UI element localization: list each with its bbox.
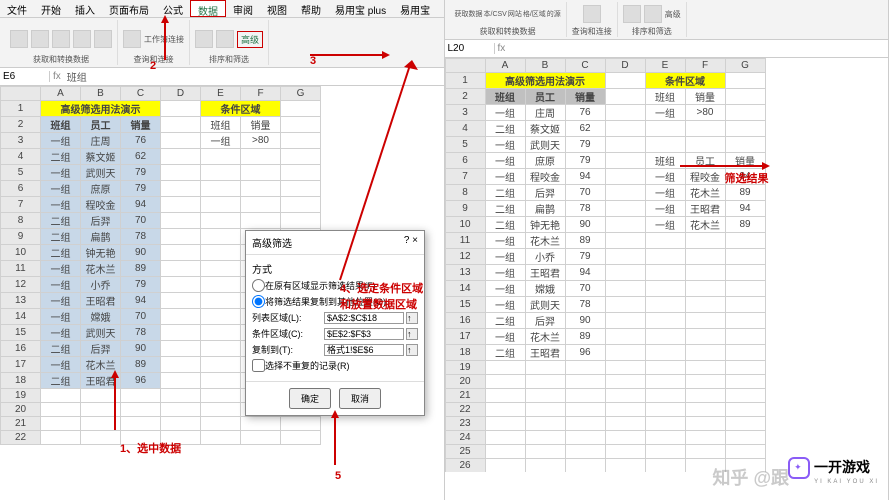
group-sortfilter: 排序和筛选 — [209, 54, 249, 65]
cond-label: 条件区域(C): — [252, 327, 324, 340]
ribbon-left: 获取和转换数据 工作簿连接查询和连接 高级排序和筛选 — [0, 18, 444, 68]
ok-button[interactable]: 确定 — [289, 388, 331, 409]
tab-view[interactable]: 视图 — [260, 0, 294, 17]
mode2-label: 将筛选结果复制到其他位置(O) — [265, 295, 418, 308]
dialog-title: 高级筛选 — [252, 235, 292, 250]
group-sortfilter-r: 排序和筛选 — [632, 26, 672, 37]
table-icon[interactable] — [73, 30, 91, 48]
ribbon-right: 获取数据本/CSV网站格/区域的源获取和转换数据 查询和连接 高级排序和筛选 — [445, 0, 889, 40]
range-picker-icon[interactable]: ↑ — [406, 312, 418, 324]
group-query: 查询和连接 — [134, 54, 174, 65]
refresh-icon[interactable] — [123, 30, 141, 48]
tab-bar: 文件 开始 插入 页面布局 公式 数据 审阅 视图 帮助 易用宝 plus 易用… — [0, 0, 444, 18]
sort-icon[interactable] — [623, 5, 641, 23]
group-getdata-r: 获取和转换数据 — [480, 26, 536, 37]
tab-data[interactable]: 数据 — [190, 0, 226, 17]
tab-eyb-plus[interactable]: 易用宝 plus — [328, 0, 393, 17]
mode-inplace-radio[interactable] — [252, 279, 265, 292]
copy-range-input[interactable] — [324, 344, 404, 356]
list-label: 列表区域(L): — [252, 311, 324, 324]
tab-file[interactable]: 文件 — [0, 0, 34, 17]
logo-sub: YI KAI YOU XI — [814, 479, 879, 485]
filter-icon[interactable] — [216, 30, 234, 48]
adv-r[interactable]: 高级 — [665, 9, 681, 20]
help-icon[interactable]: ? — [404, 235, 410, 246]
mode1-label: 在原有区域显示筛选结果(F) — [265, 279, 418, 292]
filter-icon[interactable] — [644, 5, 662, 23]
tab-review[interactable]: 审阅 — [226, 0, 260, 17]
formula-bar-left[interactable]: 班组 — [64, 69, 444, 84]
mode-copy-radio[interactable] — [252, 295, 265, 308]
logo: ✦ 一开游戏 YI KAI YOU XI — [788, 457, 879, 485]
range-picker-icon[interactable]: ↑ — [406, 328, 418, 340]
group-query-r: 查询和连接 — [572, 26, 612, 37]
copy-label: 复制到(T): — [252, 343, 324, 356]
cancel-button[interactable]: 取消 — [339, 388, 381, 409]
close-icon[interactable]: × — [412, 235, 418, 246]
fx-icon: fx — [495, 43, 509, 54]
unique-checkbox[interactable] — [252, 359, 265, 372]
group-getdata: 获取和转换数据 — [33, 54, 89, 65]
web-icon[interactable] — [52, 30, 70, 48]
conn-label: 工作簿连接 — [144, 34, 184, 45]
name-box-right[interactable]: L20 — [445, 43, 495, 54]
unique-label: 选择不重复的记录(R) — [265, 359, 418, 372]
tab-formula[interactable]: 公式 — [156, 0, 190, 17]
tab-layout[interactable]: 页面布局 — [102, 0, 156, 17]
tab-help[interactable]: 帮助 — [294, 0, 328, 17]
mode-label: 方式 — [252, 261, 418, 276]
advanced-filter-button[interactable]: 高级 — [237, 31, 263, 48]
watermark: 知乎 @跟 — [712, 464, 789, 490]
tab-home[interactable]: 开始 — [34, 0, 68, 17]
csv-icon[interactable] — [31, 30, 49, 48]
fx-icon: fx — [50, 71, 64, 82]
source-icon[interactable] — [94, 30, 112, 48]
logo-icon: ✦ — [788, 457, 810, 479]
cond-range-input[interactable] — [324, 328, 404, 340]
right-pane: 获取数据本/CSV网站格/区域的源获取和转换数据 查询和连接 高级排序和筛选 L… — [445, 0, 889, 500]
refresh-icon[interactable] — [583, 5, 601, 23]
range-picker-icon[interactable]: ↑ — [406, 344, 418, 356]
sheet-right[interactable]: ABCDEFG1高级筛选用法演示条件区域2班组员工销量班组销量3一组庄周76一组… — [445, 58, 889, 472]
advanced-filter-dialog: 高级筛选 ? × 方式 在原有区域显示筛选结果(F) 将筛选结果复制到其他位置(… — [245, 230, 425, 416]
getdata-icon[interactable] — [10, 30, 28, 48]
left-pane: 文件 开始 插入 页面布局 公式 数据 审阅 视图 帮助 易用宝 plus 易用… — [0, 0, 445, 500]
sort-icon[interactable] — [195, 30, 213, 48]
list-range-input[interactable] — [324, 312, 404, 324]
tab-insert[interactable]: 插入 — [68, 0, 102, 17]
name-box-left[interactable]: E6 — [0, 71, 50, 82]
tab-eyb[interactable]: 易用宝 — [393, 0, 437, 17]
